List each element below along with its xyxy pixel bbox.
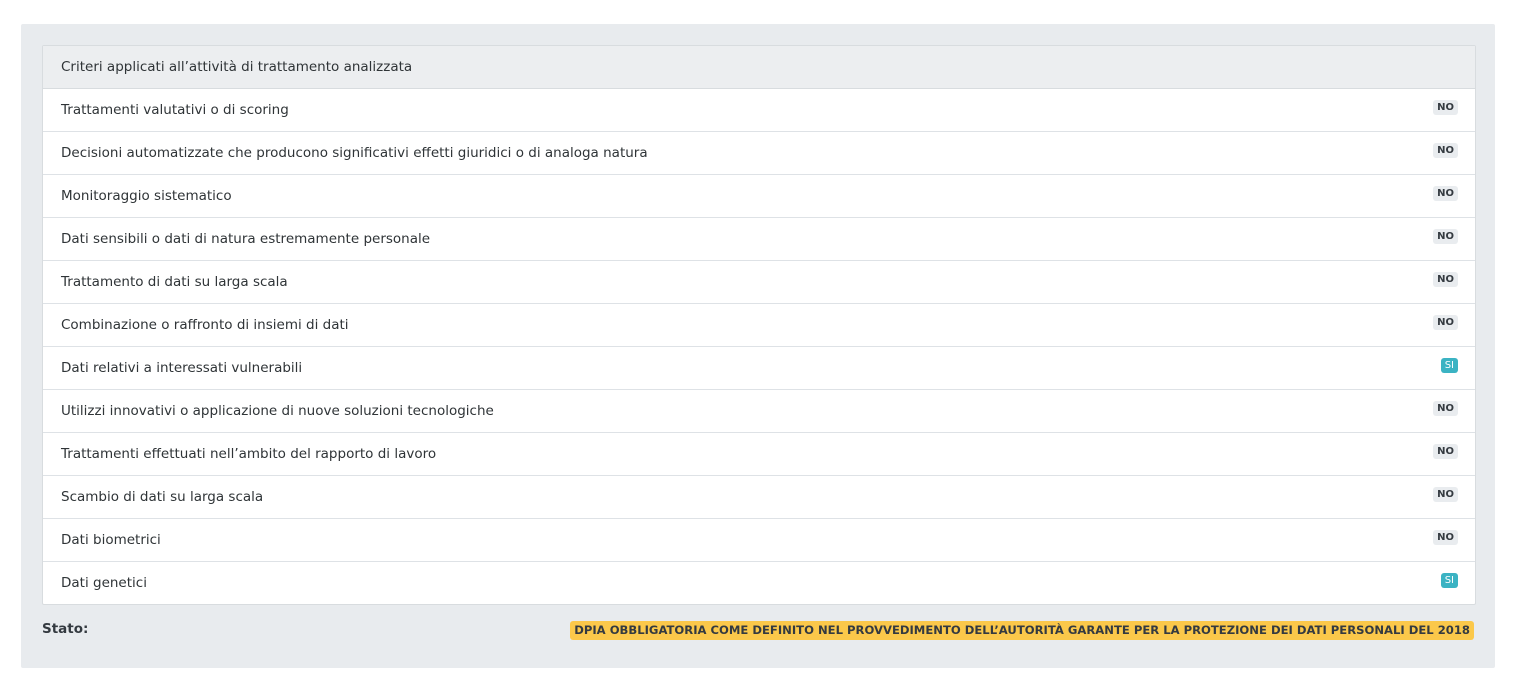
criteria-row: Monitoraggio sistematico NO (43, 175, 1475, 218)
criteria-row: Trattamento di dati su larga scala NO (43, 261, 1475, 304)
criteria-label: Dati biometrici (61, 532, 161, 548)
status-badge: NO (1433, 100, 1458, 115)
status-badge: NO (1433, 487, 1458, 502)
criteria-row: Dati genetici SI (43, 562, 1475, 604)
status-badge: NO (1433, 229, 1458, 244)
criteria-row: Dati relativi a interessati vulnerabili … (43, 347, 1475, 390)
criteria-row: Dati sensibili o dati di natura estremam… (43, 218, 1475, 261)
status-badge: NO (1433, 401, 1458, 416)
criteria-label: Monitoraggio sistematico (61, 188, 232, 204)
criteria-label: Trattamenti effettuati nell’ambito del r… (61, 446, 437, 462)
criteria-label: Dati relativi a interessati vulnerabili (61, 360, 303, 376)
criteria-label: Utilizzi innovativi o applicazione di nu… (61, 403, 494, 419)
criteria-row: Scambio di dati su larga scala NO (43, 476, 1475, 519)
criteria-card: Criteri applicati all’attività di tratta… (42, 45, 1476, 605)
criteria-row: Combinazione o raffronto di insiemi di d… (43, 304, 1475, 347)
criteria-header: Criteri applicati all’attività di tratta… (43, 46, 1475, 89)
criteria-label: Decisioni automatizzate che producono si… (61, 145, 648, 161)
criteria-label: Scambio di dati su larga scala (61, 489, 264, 505)
criteria-label: Trattamenti valutativi o di scoring (61, 102, 289, 118)
status-badge: SI (1440, 573, 1458, 588)
status-badge: NO (1433, 143, 1458, 158)
status-badge: NO (1433, 444, 1458, 459)
criteria-row: Trattamenti effettuati nell’ambito del r… (43, 433, 1475, 476)
criteria-label: Dati genetici (61, 575, 147, 591)
criteria-row: Trattamenti valutativi o di scoring NO (43, 89, 1475, 132)
criteria-label: Combinazione o raffronto di insiemi di d… (61, 317, 349, 333)
status-badge: NO (1433, 186, 1458, 201)
criteria-panel: Criteri applicati all’attività di tratta… (21, 24, 1495, 668)
criteria-row: Decisioni automatizzate che producono si… (43, 132, 1475, 175)
status-badge: NO (1433, 530, 1458, 545)
status-badge: NO (1433, 272, 1458, 287)
status-label: Stato: (42, 621, 89, 637)
status-badge: SI (1440, 358, 1458, 373)
status-badge: NO (1433, 315, 1458, 330)
criteria-row: Dati biometrici NO (43, 519, 1475, 562)
criteria-label: Trattamento di dati su larga scala (61, 274, 288, 290)
dpia-status-badge: DPIA OBBLIGATORIA COME DEFINITO NEL PROV… (570, 621, 1474, 640)
criteria-label: Dati sensibili o dati di natura estremam… (61, 231, 431, 247)
criteria-row: Utilizzi innovativi o applicazione di nu… (43, 390, 1475, 433)
